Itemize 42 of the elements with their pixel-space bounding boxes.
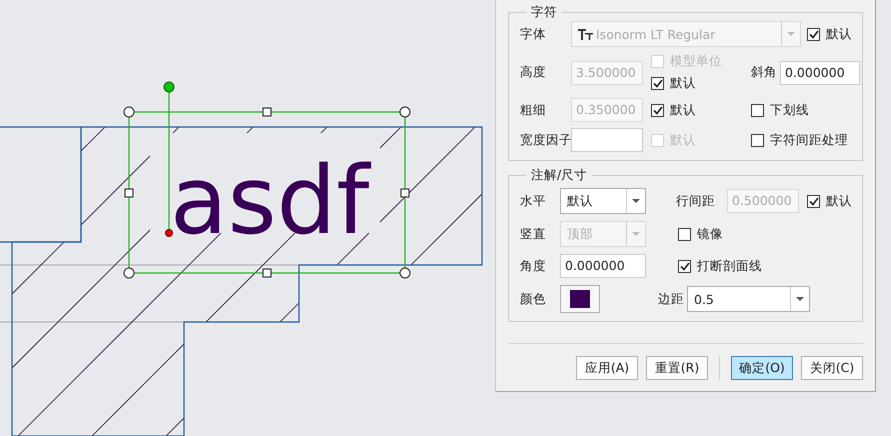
checkbox[interactable]: 打断剖面线	[678, 258, 762, 274]
caret-icon	[632, 199, 640, 203]
field-label: 角度	[520, 258, 547, 274]
field-label: 颜色	[520, 290, 547, 308]
checkmark-icon	[808, 196, 818, 206]
checkbox[interactable]: 默认	[807, 192, 852, 210]
annotation-text: asdf	[170, 147, 370, 256]
checkbox[interactable]: 字符间距处理	[751, 132, 848, 148]
input-field[interactable]	[571, 128, 643, 152]
field-label: 宽度因子	[520, 132, 571, 148]
dialog-button[interactable]: 确定(O)	[731, 356, 793, 380]
input-field[interactable]: 0.000000	[560, 254, 646, 278]
checkmark-icon	[652, 106, 662, 114]
field-label: 斜角	[751, 64, 777, 81]
field-label: 竖直	[520, 226, 547, 242]
dialog-button[interactable]: 关闭(C)	[801, 356, 863, 380]
field-label: 粗细	[520, 102, 547, 118]
checkbox[interactable]: 镜像	[678, 226, 723, 242]
dialog-button[interactable]: 重置(R)	[646, 356, 708, 380]
group-title: 注解/尺寸	[530, 167, 588, 184]
field-label: 高度	[520, 64, 547, 81]
group-title: 字符	[530, 4, 558, 21]
input-field[interactable]: 0.000000	[780, 60, 860, 84]
checkbox[interactable]: 默认	[651, 102, 751, 118]
checkmark-icon	[680, 262, 690, 270]
field-label: 水平	[520, 192, 547, 210]
field-label: 边距	[658, 290, 684, 308]
caret-icon	[796, 297, 804, 301]
dropdown[interactable]: 0.5	[687, 286, 810, 312]
dropdown[interactable]: 默认	[560, 188, 646, 214]
checkbox[interactable]: 默认	[807, 26, 852, 42]
caret-icon	[632, 232, 640, 236]
font-icon	[578, 28, 594, 40]
checkbox[interactable]: 下划线	[751, 102, 809, 118]
checkbox[interactable]: 默认	[651, 75, 751, 92]
color-picker[interactable]	[560, 285, 600, 313]
field-label: 字体	[520, 26, 547, 42]
field-label: 行间距	[676, 192, 715, 210]
checkmark-icon	[808, 30, 818, 38]
dialog-button[interactable]: 应用(A)	[576, 356, 638, 380]
checkmark-icon	[652, 79, 662, 88]
caret-icon	[787, 32, 795, 36]
